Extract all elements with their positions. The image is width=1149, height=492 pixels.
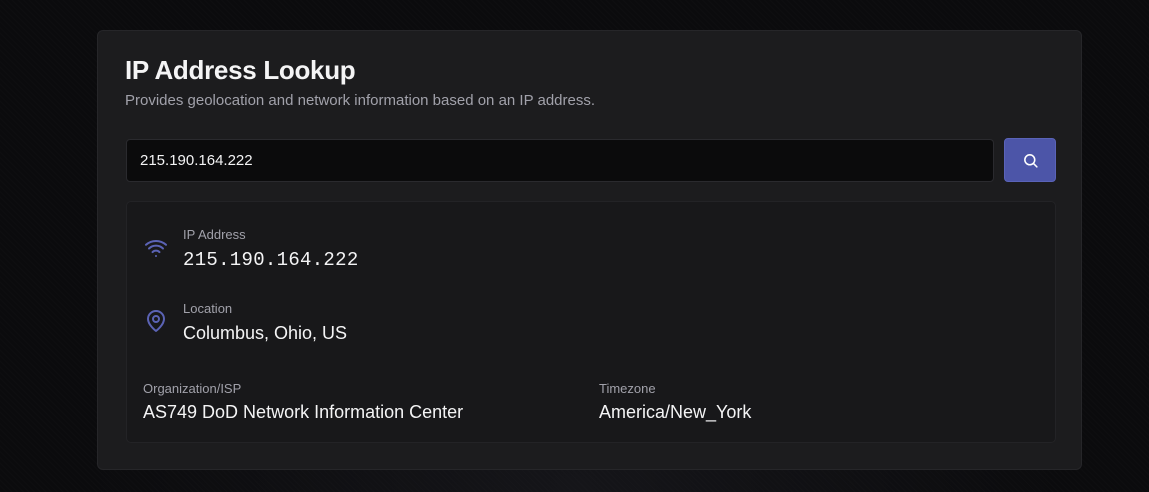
timezone-value: America/New_York: [599, 402, 752, 422]
search-button[interactable]: [1004, 138, 1056, 182]
ip-address-value: 215.190.164.222: [183, 249, 359, 271]
page-title: IP Address Lookup: [125, 55, 356, 85]
timezone-label: Timezone: [599, 381, 656, 396]
lookup-card: IP Address Lookup Provides geolocation a…: [97, 30, 1082, 470]
location-value: Columbus, Ohio, US: [183, 323, 348, 343]
organization-value: AS749 DoD Network Information Center: [143, 402, 464, 422]
results-panel: IP Address 215.190.164.222 Location Colu…: [126, 201, 1056, 443]
search-icon: [1022, 152, 1039, 169]
ip-address-label: IP Address: [183, 227, 246, 242]
page-subtitle: Provides geolocation and network informa…: [125, 92, 596, 109]
organization-label: Organization/ISP: [143, 381, 242, 396]
location-label: Location: [183, 301, 233, 316]
wifi-icon: [143, 235, 169, 261]
map-pin-icon: [143, 308, 169, 334]
ip-search-input[interactable]: [126, 139, 994, 182]
